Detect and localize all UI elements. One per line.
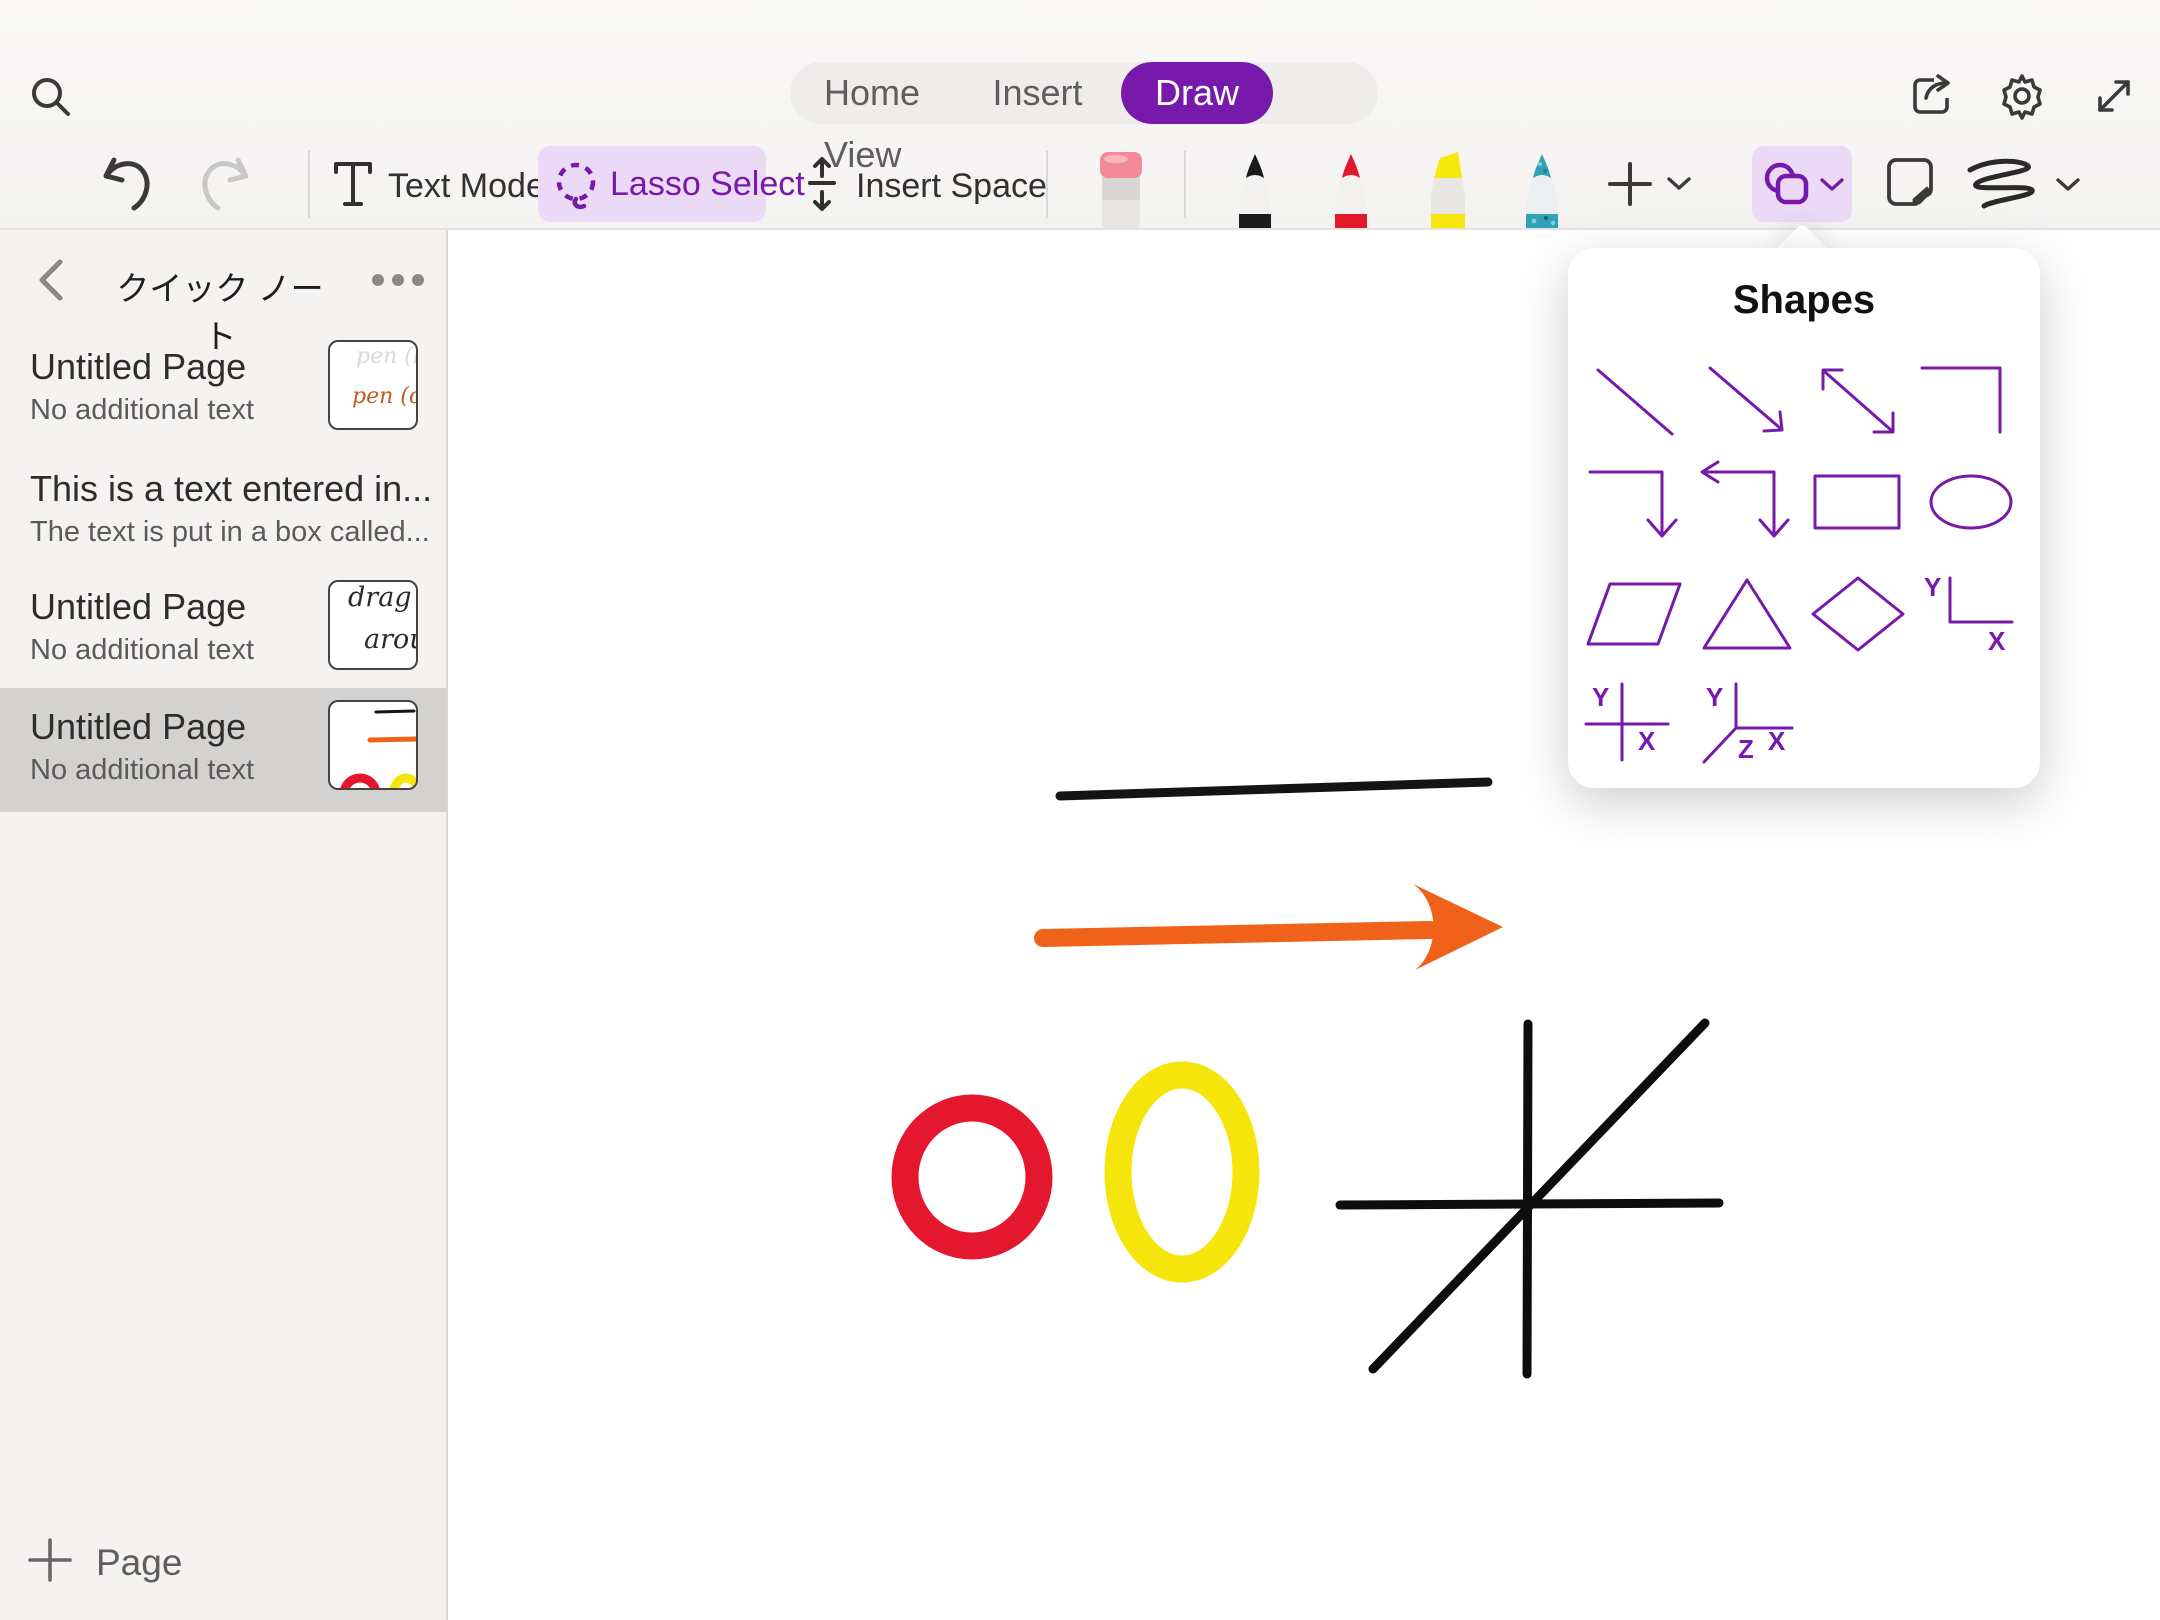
shape-diamond[interactable] — [1803, 570, 1913, 662]
page-title: Untitled Page — [30, 586, 246, 628]
page-thumbnail: pen (bl pen (ora — [328, 340, 418, 430]
ink-orange-arrow-shaft[interactable] — [1043, 930, 1430, 938]
shape-elbow-double-arrow[interactable] — [1692, 460, 1802, 552]
page-list-item[interactable]: Untitled Page No additional text drag ar… — [0, 570, 446, 688]
page-thumbnail — [328, 700, 418, 790]
search-icon[interactable] — [28, 74, 74, 120]
sticky-note-tool-button[interactable] — [1882, 154, 1938, 210]
thumbnail-text: arou — [364, 624, 418, 655]
ink-black-line[interactable] — [1060, 782, 1488, 796]
axis-label-y: Y — [1924, 572, 1941, 602]
axis-label-z: Z — [1738, 734, 1754, 764]
shape-elbow-arrow[interactable] — [1580, 460, 1690, 552]
page-title: Untitled Page — [30, 706, 246, 748]
thumbnail-mini-ink — [330, 702, 416, 788]
tab-insert[interactable]: Insert — [958, 62, 1116, 124]
top-toolbar-area: Home Insert Draw View — [0, 0, 2160, 230]
shape-ellipse[interactable] — [1916, 460, 2026, 552]
ink-to-shape-tool-button[interactable] — [1962, 150, 2092, 220]
thumbnail-text: pen (bl — [356, 344, 418, 369]
fullscreen-icon[interactable] — [2090, 72, 2138, 120]
shape-rectangle[interactable] — [1803, 460, 1913, 552]
eraser-tool[interactable] — [1090, 150, 1150, 228]
page-subtitle: No additional text — [30, 634, 254, 667]
shapes-popup-title: Shapes — [1568, 278, 2040, 323]
plus-icon — [1604, 158, 1656, 210]
toolbar-divider — [1046, 150, 1048, 218]
ink-axes-sketch[interactable] — [1340, 1023, 1719, 1374]
scribble-icon — [1962, 156, 2042, 212]
axis-label-y: Y — [1592, 682, 1609, 712]
shape-arrow[interactable] — [1692, 354, 1802, 446]
insert-space-icon — [800, 156, 844, 212]
add-page-button[interactable]: Page — [0, 1518, 446, 1608]
tab-home[interactable]: Home — [790, 62, 954, 124]
shape-axes-cross[interactable]: Y X — [1580, 680, 1690, 772]
text-mode-icon — [330, 158, 376, 210]
page-list-item-selected[interactable]: Untitled Page No additional text — [0, 688, 446, 812]
redo-icon — [196, 152, 252, 214]
page-thumbnail: drag arou — [328, 580, 418, 670]
toolbar-divider — [1184, 150, 1186, 218]
page-list-sidebar: クイック ノート Untitled Page No additional tex… — [0, 228, 448, 1620]
lasso-select-label: Lasso Select — [610, 144, 805, 224]
shape-axes-xy[interactable]: Y X — [1916, 570, 2026, 662]
chevron-down-icon — [2054, 176, 2082, 194]
red-pen-tool[interactable] — [1321, 152, 1381, 228]
lasso-select-icon — [552, 160, 602, 210]
page-subtitle: No additional text — [30, 754, 254, 787]
page-list-item[interactable]: This is a text entered in... The text is… — [0, 452, 446, 570]
shape-double-arrow[interactable] — [1803, 354, 1913, 446]
page-subtitle: No additional text — [30, 394, 254, 427]
page-title: This is a text entered in... — [30, 468, 430, 510]
lasso-select-button[interactable]: Lasso Select — [538, 146, 766, 222]
onenote-app: Home Insert Draw View — [0, 0, 2160, 1620]
insert-space-label: Insert Space — [856, 146, 1047, 226]
thumbnail-text: drag — [348, 582, 412, 613]
more-options-icon[interactable] — [368, 268, 428, 292]
chevron-down-icon — [1664, 174, 1694, 194]
plus-icon — [26, 1536, 74, 1584]
axis-label-x: X — [1638, 726, 1656, 756]
back-chevron-icon[interactable] — [36, 258, 66, 302]
page-list-item[interactable]: Untitled Page No additional text pen (bl… — [0, 328, 446, 452]
shapes-tool-button[interactable] — [1752, 146, 1852, 222]
ribbon-tab-bar: Home Insert Draw View — [790, 62, 1378, 124]
axis-label-x: X — [1768, 726, 1786, 756]
undo-icon[interactable] — [100, 152, 156, 214]
teal-pen-tool[interactable] — [1512, 152, 1572, 228]
page-subtitle: The text is put in a box called... — [30, 516, 440, 549]
share-icon[interactable] — [1908, 72, 1956, 120]
text-mode-label: Text Mode — [388, 146, 545, 226]
page-title: Untitled Page — [30, 346, 246, 388]
insert-space-button[interactable]: Insert Space — [800, 144, 1020, 224]
chevron-down-icon — [1818, 176, 1846, 194]
yellow-highlighter-tool[interactable] — [1418, 150, 1478, 228]
axis-label-x: X — [1988, 626, 2006, 656]
shape-triangle[interactable] — [1692, 570, 1802, 662]
add-page-label: Page — [96, 1542, 182, 1584]
ink-yellow-ellipse[interactable] — [1118, 1075, 1246, 1269]
shape-elbow-line[interactable] — [1912, 354, 2022, 446]
black-pen-tool[interactable] — [1225, 152, 1285, 228]
shape-parallelogram[interactable] — [1580, 570, 1690, 662]
toolbar-divider — [308, 150, 310, 218]
ink-red-ellipse[interactable] — [905, 1108, 1039, 1246]
shape-line[interactable] — [1580, 354, 1690, 446]
thumbnail-text: pen (ora — [352, 384, 418, 409]
shapes-popup: Shapes Y — [1568, 248, 2040, 788]
shapes-icon — [1762, 160, 1814, 208]
text-mode-button[interactable]: Text Mode — [330, 144, 510, 224]
tab-draw[interactable]: Draw — [1121, 62, 1273, 124]
add-pen-button[interactable] — [1600, 144, 1710, 224]
settings-gear-icon[interactable] — [1998, 72, 2046, 120]
shape-axes-xyz[interactable]: Y Z X — [1692, 680, 1802, 772]
axis-label-y: Y — [1706, 682, 1723, 712]
